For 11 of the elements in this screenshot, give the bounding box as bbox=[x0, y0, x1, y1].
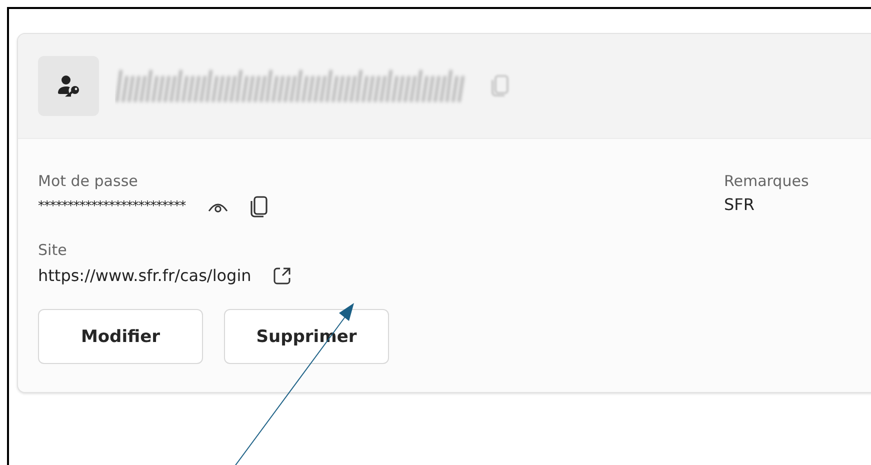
edit-button[interactable]: Modifier bbox=[38, 309, 203, 364]
field-label: Site bbox=[38, 240, 68, 261]
field-label: Mot de passe bbox=[38, 171, 139, 192]
external-link-icon[interactable] bbox=[273, 267, 292, 285]
site-url[interactable]: https://www.sfr.fr/cas/login bbox=[38, 263, 252, 289]
notes-label: Remarques bbox=[724, 171, 810, 192]
person-key-icon bbox=[56, 75, 80, 97]
eye-icon[interactable] bbox=[208, 201, 228, 213]
notes-value: SFR bbox=[724, 195, 754, 214]
copy-icon[interactable] bbox=[250, 196, 268, 218]
password-value: ************************* bbox=[38, 198, 186, 216]
